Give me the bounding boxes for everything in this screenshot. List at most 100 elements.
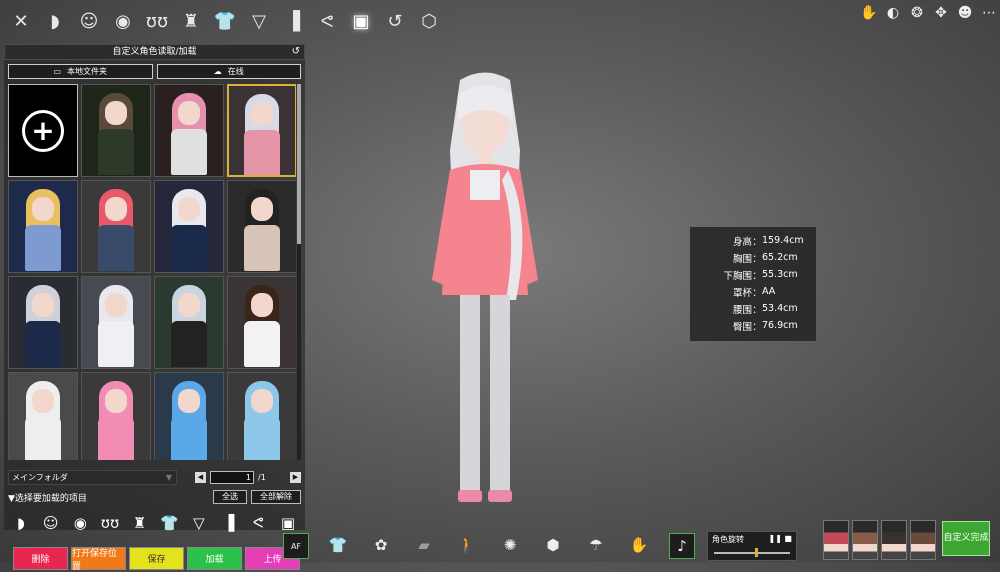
card-outfit (25, 225, 61, 271)
add-card-button[interactable]: + (8, 84, 78, 177)
character-card[interactable] (8, 180, 78, 273)
card-outfit (25, 417, 61, 460)
gesture-icon[interactable]: ✋ (627, 533, 651, 557)
bunny-ears-icon[interactable]: ᕙ (310, 4, 344, 38)
card-outfit (25, 321, 61, 367)
accessory-icon[interactable]: ✿ (369, 533, 393, 557)
outfit-icon[interactable]: 👕 (326, 533, 350, 557)
light-icon[interactable]: ☂ (584, 533, 608, 557)
hand-icon[interactable]: ✋ (858, 2, 880, 24)
shirt-icon[interactable]: 👕 (208, 4, 242, 38)
eye-icon[interactable]: ◉ (67, 510, 93, 536)
face-icon[interactable]: ☺ (72, 4, 106, 38)
character-card[interactable] (81, 372, 151, 460)
pose-icon[interactable]: 🚶 (455, 533, 479, 557)
undo-icon[interactable]: ↺ (378, 4, 412, 38)
character-avatar[interactable] (910, 520, 936, 560)
bikini-icon[interactable]: ▽ (186, 510, 212, 536)
character-card[interactable] (8, 276, 78, 369)
character-card[interactable] (227, 180, 296, 273)
reset-icon[interactable]: ↺ (292, 45, 300, 59)
deselect-all-button[interactable]: 全部解除 (251, 490, 301, 504)
local-folder-label: 本地文件夹 (67, 67, 108, 76)
breast-icon[interactable]: ʊʊ (97, 510, 123, 536)
sock-icon[interactable]: ▐ (276, 4, 310, 38)
card-face (32, 197, 54, 221)
measurement-row: 罩杯： AA (690, 283, 816, 300)
rotation-slider[interactable] (714, 552, 790, 554)
page-input[interactable]: 1 (210, 470, 254, 484)
select-all-button[interactable]: 全选 (213, 490, 247, 504)
character-card[interactable] (81, 84, 151, 177)
card-face (32, 293, 54, 317)
card-face (105, 389, 127, 413)
face-icon[interactable]: ☺ (38, 510, 64, 536)
save-button[interactable]: 保存 (129, 547, 184, 570)
hair-icon[interactable]: ◗ (8, 510, 34, 536)
hair-icon[interactable]: ◗ (38, 4, 72, 38)
character-card[interactable] (227, 372, 296, 460)
measurement-row: 身高： 159.4cm (690, 232, 816, 249)
splash-icon[interactable]: ✺ (498, 533, 522, 557)
shirt-icon[interactable]: 👕 (156, 510, 182, 536)
breast-icon[interactable]: ʊʊ (140, 4, 174, 38)
character-card[interactable] (154, 84, 224, 177)
customize-done-button[interactable]: 自定义完成 (942, 521, 990, 556)
torso-icon[interactable]: ♜ (174, 4, 208, 38)
move-view-icon[interactable]: ◐ (882, 2, 904, 24)
character-card[interactable] (8, 372, 78, 460)
sock-icon[interactable]: ▐ (216, 510, 242, 536)
card-face (251, 389, 273, 413)
next-page-button[interactable]: ▶ (290, 471, 301, 483)
character-icon[interactable]: ☻ (954, 2, 976, 24)
card-face (105, 293, 127, 317)
folder-icon: ▭ (53, 67, 62, 76)
load-button[interactable]: 加载 (187, 547, 242, 570)
close-icon[interactable]: ✕ (4, 4, 38, 38)
box-icon[interactable]: ⬢ (541, 533, 565, 557)
measurement-value: 76.9cm (762, 320, 798, 331)
character-card[interactable] (81, 276, 151, 369)
measurement-row: 下胸围： 55.3cm (690, 266, 816, 283)
folder-select[interactable]: メインフォルダ ▼ (8, 469, 177, 485)
eye-icon[interactable]: ◉ (106, 4, 140, 38)
delete-button[interactable]: 删除 (13, 547, 68, 570)
measurement-value: AA (762, 286, 776, 297)
character-card[interactable] (81, 180, 151, 273)
torso-icon[interactable]: ♜ (127, 510, 153, 536)
move-arrows-icon[interactable]: ✥ (930, 2, 952, 24)
online-button[interactable]: ☁ 在线 (156, 64, 301, 79)
character-card[interactable] (154, 372, 224, 460)
autofocus-icon[interactable]: AF (283, 533, 309, 559)
character-avatar[interactable] (881, 520, 907, 560)
scrollbar-thumb[interactable] (297, 84, 301, 244)
local-folder-button[interactable]: ▭ 本地文件夹 (8, 64, 153, 79)
character-card[interactable] (227, 276, 296, 369)
texture-icon[interactable]: ▰ (412, 533, 436, 557)
character-avatar[interactable] (852, 520, 878, 560)
camera-effect-icon[interactable]: ❂ (906, 2, 928, 24)
character-avatar[interactable] (823, 520, 849, 560)
music-icon[interactable]: ♪ (669, 533, 695, 559)
bikini-icon[interactable]: ▽ (242, 4, 276, 38)
character-card[interactable] (154, 180, 224, 273)
grid-scrollbar[interactable] (297, 84, 301, 460)
card-face (251, 293, 273, 317)
open-save-location-button[interactable]: 打开保存位置 (71, 547, 126, 572)
save-card-icon[interactable]: ▣ (344, 4, 378, 38)
card-face (251, 197, 273, 221)
character-card[interactable] (227, 84, 296, 177)
rotation-playback[interactable]: ❚❚ ■ (768, 534, 792, 543)
character-card[interactable] (154, 276, 224, 369)
more-icon[interactable]: ⋯ (978, 2, 1000, 24)
rotation-slider-handle[interactable] (754, 548, 758, 557)
action-row: 删除 打开保存位置 保存 加载 上传 (13, 547, 300, 572)
card-face (178, 197, 200, 221)
cube-icon[interactable]: ⬡ (412, 4, 446, 38)
card-outfit (244, 321, 280, 367)
prev-page-button[interactable]: ◀ (195, 471, 206, 483)
bunny-ears-icon[interactable]: ᕙ (245, 510, 271, 536)
measurement-label: 身高 (732, 236, 752, 248)
character-model[interactable] (420, 70, 550, 520)
measurement-value: 53.4cm (762, 303, 798, 314)
